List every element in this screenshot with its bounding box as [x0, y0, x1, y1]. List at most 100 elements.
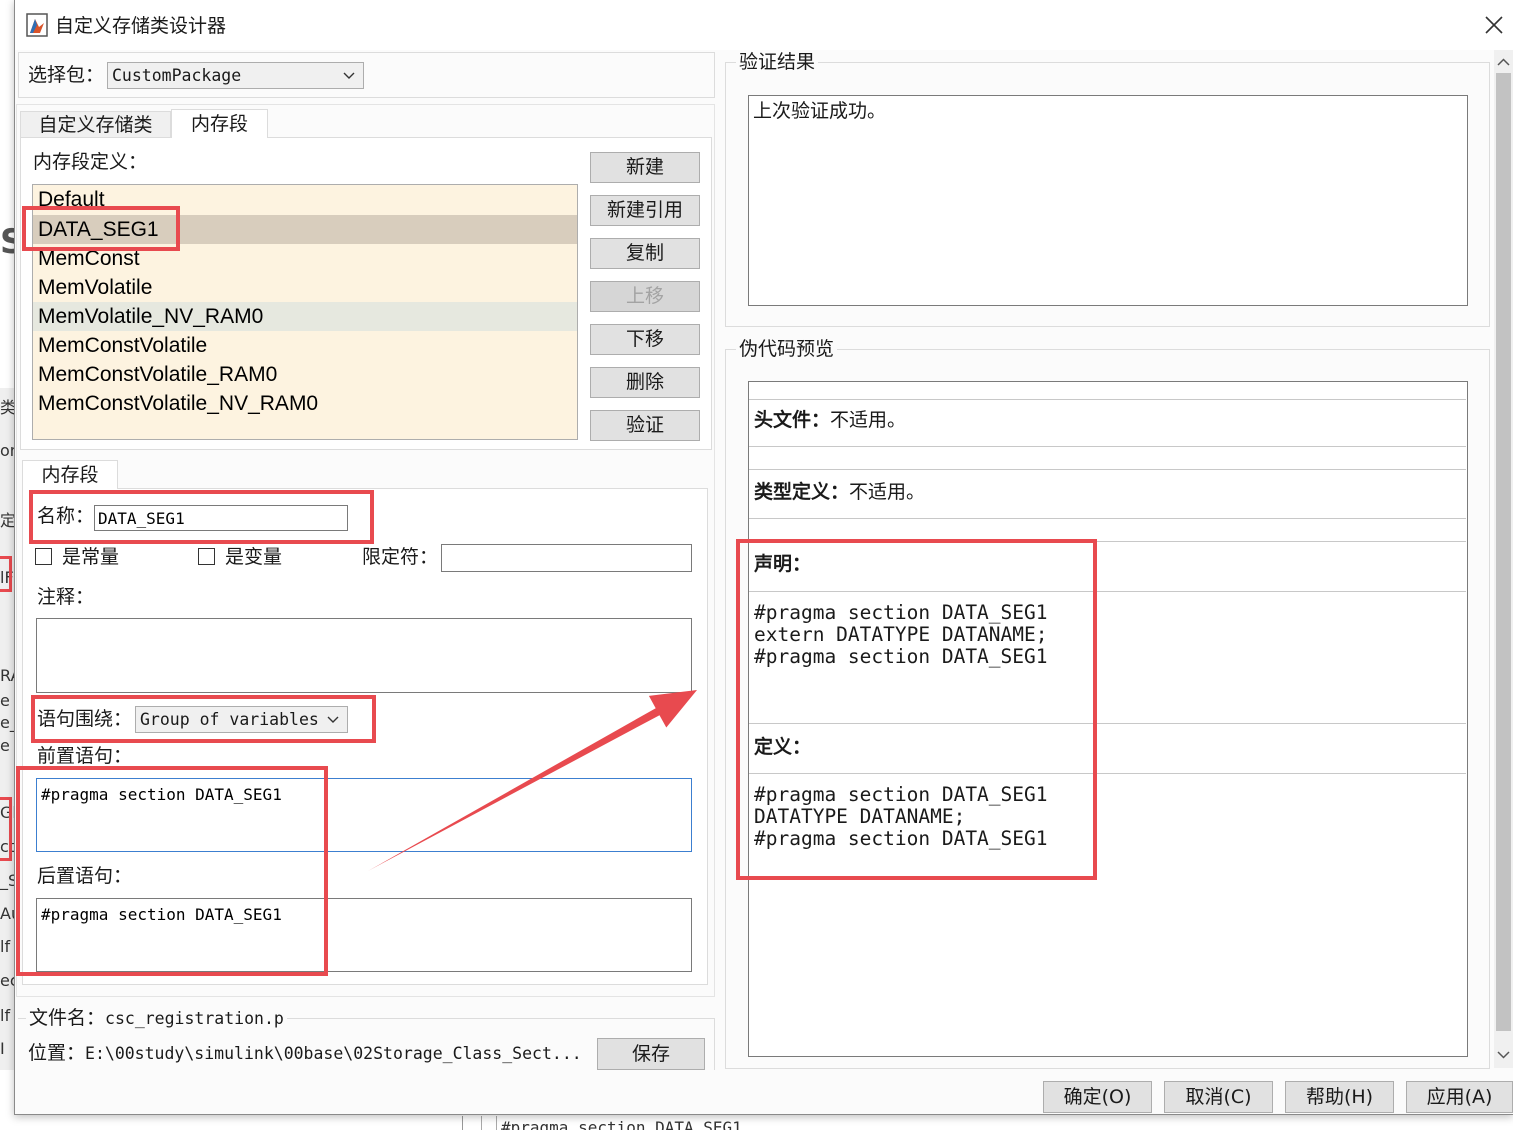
definition-code-line: DATATYPE DATANAME;	[754, 805, 966, 828]
title-bar[interactable]	[15, 0, 1513, 50]
is-const-label: 是常量	[62, 546, 120, 568]
background-fragment: e	[0, 736, 10, 755]
declaration-label: 声明：	[754, 553, 812, 575]
memory-section-item[interactable]: MemConstVolatile_RAM0	[33, 360, 577, 389]
post-statement-textarea[interactable]: #pragma section DATA_SEG1	[36, 898, 692, 972]
typedef-label: 类型定义：	[754, 481, 850, 503]
background-fragment: Au	[0, 904, 14, 923]
pre-statement-label: 前置语句：	[37, 745, 133, 767]
background-code-text: #pragma section DATA_SEG1	[501, 1118, 742, 1130]
file-path-row: 位置：E:\00study\simulink\00base\02Storage_…	[28, 1041, 582, 1066]
preview-divider	[749, 541, 1466, 542]
name-input[interactable]	[94, 505, 348, 531]
declaration-code-line: extern DATATYPE DATANAME;	[754, 623, 1048, 646]
is-volatile-checkbox[interactable]	[198, 548, 215, 565]
comment-label: 注释：	[37, 586, 95, 608]
pseudocode-preview-box[interactable]: 头文件：不适用。 类型定义：不适用。 声明： #pragma section D…	[748, 381, 1468, 1057]
move-down-button[interactable]: 下移	[590, 324, 700, 355]
app-icon	[26, 13, 48, 37]
declaration-row: 声明：	[754, 552, 811, 576]
comment-textarea[interactable]	[36, 618, 692, 693]
statement-wrap-dropdown[interactable]: Group of variables	[135, 706, 348, 733]
background-fragment: 定	[0, 511, 14, 530]
header-file-label: 头文件：	[754, 409, 831, 431]
definition-code-line: #pragma section DATA_SEG1	[754, 827, 1048, 850]
memory-section-item[interactable]: MemVolatile	[33, 273, 577, 302]
validate-button[interactable]: 验证	[590, 410, 700, 441]
statement-wrap-label: 语句围绕：	[37, 708, 133, 730]
background-fragment: lf	[0, 937, 11, 956]
background-fragment: _SE	[0, 871, 14, 890]
validation-title: 验证结果	[736, 50, 819, 74]
memory-section-item[interactable]: MemConst	[33, 244, 577, 273]
package-dropdown-value: CustomPackage	[112, 66, 242, 85]
typedef-row: 类型定义：不适用。	[754, 480, 925, 504]
move-up-button[interactable]: 上移	[590, 281, 700, 312]
copy-button[interactable]: 复制	[590, 238, 700, 269]
file-name-label: 文件名：	[29, 1007, 106, 1029]
chevron-down-icon	[327, 716, 339, 723]
preview-divider	[749, 469, 1466, 470]
background-fragment: I	[0, 1039, 5, 1058]
background-fragment: lF	[0, 568, 14, 587]
tab-section-properties[interactable]: 内存段	[22, 460, 118, 489]
statement-wrap-value: Group of variables	[140, 710, 319, 729]
definition-code-line: #pragma section DATA_SEG1	[754, 783, 1048, 806]
qualifier-input[interactable]	[441, 544, 692, 572]
memory-section-list-label: 内存段定义：	[33, 151, 148, 173]
memory-section-item[interactable]: MemVolatile_NV_RAM0	[33, 302, 577, 331]
package-dropdown[interactable]: CustomPackage	[107, 62, 364, 89]
file-name-value: csc_registration.p	[105, 1009, 284, 1028]
declaration-code-line: #pragma section DATA_SEG1	[754, 645, 1048, 668]
pre-statement-textarea[interactable]: #pragma section DATA_SEG1	[36, 778, 692, 852]
validation-result-box[interactable]: 上次验证成功。	[748, 95, 1468, 306]
validation-message: 上次验证成功。	[753, 100, 887, 122]
background-fragment: e_	[0, 713, 14, 732]
memory-section-list[interactable]: Default DATA_SEG1 MemConst MemVolatile M…	[32, 184, 578, 440]
new-button[interactable]: 新建	[590, 152, 700, 183]
memory-section-item[interactable]: MemConstVolatile_NV_RAM0	[33, 389, 577, 418]
background-fragment: om	[0, 441, 14, 460]
close-icon[interactable]	[1484, 15, 1504, 35]
preview-divider	[749, 591, 1466, 592]
save-button[interactable]: 保存	[597, 1038, 705, 1070]
background-window-text: S	[0, 222, 14, 262]
definition-row: 定义：	[754, 735, 811, 759]
memory-section-item[interactable]: DATA_SEG1	[33, 215, 577, 244]
ok-button[interactable]: 确定(O)	[1043, 1081, 1152, 1113]
new-reference-button[interactable]: 新建引用	[590, 195, 700, 226]
file-path-value: E:\00study\simulink\00base\02Storage_Cla…	[85, 1044, 582, 1063]
preview-divider	[749, 446, 1466, 447]
background-window-strip: 类设 om 定 lF RA e e_ e Gl ct _SE Au lf ec …	[0, 388, 14, 1070]
memory-section-item[interactable]: MemConstVolatile	[33, 331, 577, 360]
background-fragment: Gl	[0, 803, 14, 822]
memory-section-item[interactable]: Default	[33, 185, 577, 214]
scrollbar-thumb[interactable]	[1496, 73, 1511, 1031]
background-fragment: 类设	[0, 398, 14, 417]
apply-button[interactable]: 应用(A)	[1406, 1081, 1513, 1113]
scroll-down-icon[interactable]	[1497, 1051, 1510, 1059]
file-name-row: 文件名：csc_registration.p	[26, 1006, 287, 1031]
typedef-value: 不适用。	[849, 481, 926, 503]
background-fragment: ct	[0, 837, 14, 856]
declaration-code-line: #pragma section DATA_SEG1	[754, 601, 1048, 624]
name-label: 名称：	[37, 505, 95, 527]
scroll-up-icon[interactable]	[1497, 58, 1510, 66]
qualifier-label: 限定符：	[362, 546, 439, 568]
package-label: 选择包：	[28, 64, 105, 86]
background-window-bottom: #pragma section DATA_SEG1	[462, 1116, 1150, 1130]
window-title: 自定义存储类设计器	[55, 15, 227, 37]
delete-button[interactable]: 删除	[590, 367, 700, 398]
background-fragment: ec	[0, 971, 14, 990]
help-button[interactable]: 帮助(H)	[1285, 1081, 1394, 1113]
pseudocode-title: 伪代码预览	[736, 337, 838, 361]
header-file-value: 不适用。	[830, 409, 907, 431]
is-const-checkbox[interactable]	[35, 548, 52, 565]
background-fragment: RA	[0, 666, 14, 685]
cancel-button[interactable]: 取消(C)	[1164, 1081, 1273, 1113]
tab-memory-section[interactable]: 内存段	[171, 109, 268, 138]
preview-divider	[749, 518, 1466, 519]
background-fragment: lf	[0, 1006, 11, 1025]
tab-custom-storage-class[interactable]: 自定义存储类	[20, 111, 171, 138]
is-volatile-label: 是变量	[225, 546, 283, 568]
